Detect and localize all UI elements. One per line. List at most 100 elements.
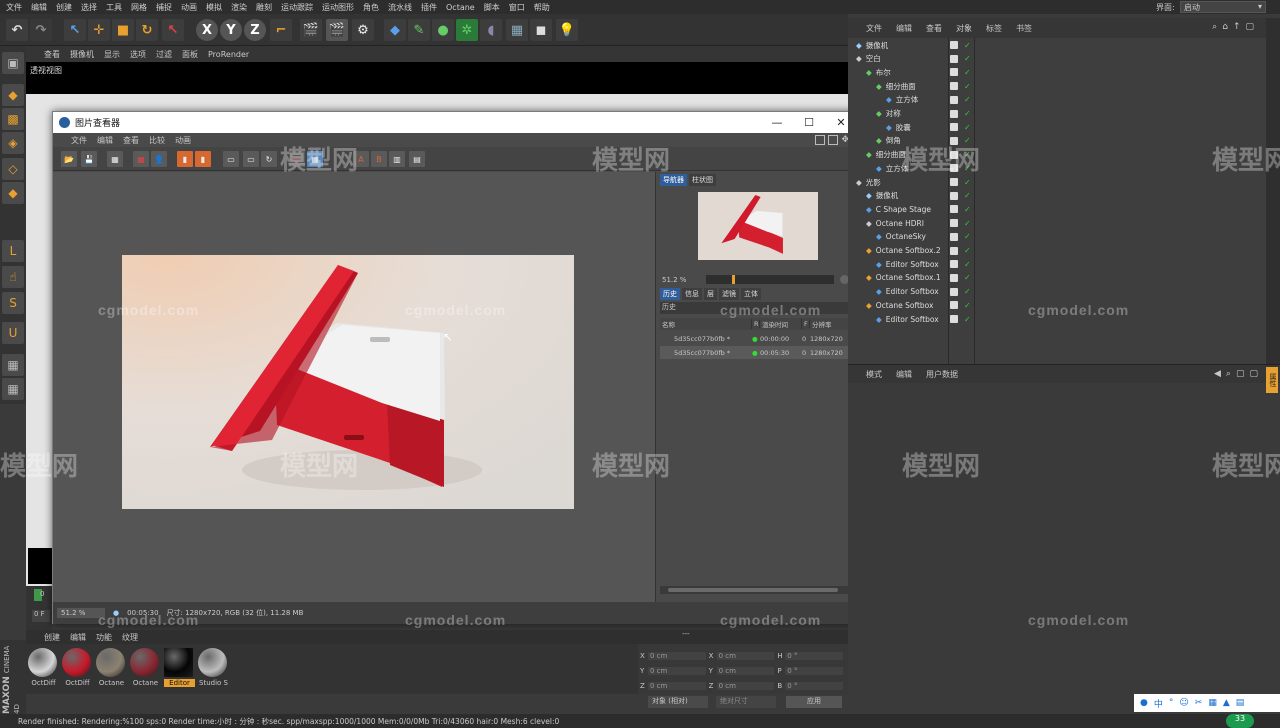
up-icon[interactable]: ↑ bbox=[1233, 22, 1241, 32]
visibility-toggle[interactable] bbox=[950, 273, 958, 282]
user-icon[interactable]: 👤 bbox=[151, 151, 167, 167]
ime-icon[interactable]: ● bbox=[1140, 698, 1148, 708]
subdivision-icon[interactable]: ● bbox=[432, 19, 454, 41]
attribute-menu-item[interactable]: 用户数据 bbox=[926, 369, 958, 380]
coord-value-field[interactable]: 0 cm bbox=[647, 666, 706, 675]
minimize-button[interactable]: — bbox=[761, 112, 793, 133]
history-scrollbar[interactable] bbox=[660, 586, 850, 594]
menu-item[interactable]: 网格 bbox=[131, 2, 147, 13]
viewport-menu-item[interactable]: ProRender bbox=[208, 50, 249, 59]
layout-icon[interactable] bbox=[815, 135, 826, 145]
clear-icon[interactable]: ▦ bbox=[133, 151, 149, 167]
visibility-toggle[interactable] bbox=[950, 178, 958, 186]
maximize-button[interactable]: ☐ bbox=[793, 112, 825, 133]
visibility-toggle[interactable] bbox=[950, 95, 958, 104]
render-settings-icon[interactable]: ⚙ bbox=[352, 19, 374, 41]
shirt-icon[interactable]: ▲ bbox=[1223, 698, 1230, 708]
visibility-toggle[interactable] bbox=[950, 260, 958, 269]
pv-menu-item[interactable]: 动画 bbox=[175, 135, 191, 146]
object-row[interactable]: ◆ 立方体 ✓ bbox=[848, 93, 1268, 107]
check-icon[interactable]: ✓ bbox=[964, 191, 971, 200]
material-menu-item[interactable]: 功能 bbox=[96, 632, 112, 643]
zoom-slider[interactable] bbox=[706, 275, 834, 284]
navigator-tab[interactable]: 柱状图 bbox=[689, 174, 716, 186]
point-mode-icon[interactable]: ◈ bbox=[2, 132, 24, 154]
coord-value-field[interactable]: 0 cm bbox=[647, 651, 706, 660]
menu-item[interactable]: 渲染 bbox=[231, 2, 247, 13]
check-icon[interactable]: ✓ bbox=[964, 301, 971, 310]
object-menu-item[interactable]: 对象 bbox=[956, 23, 972, 34]
visibility-toggle[interactable] bbox=[950, 219, 958, 228]
check-icon[interactable]: ✓ bbox=[964, 178, 971, 187]
render-view-icon[interactable]: 🎬 bbox=[300, 19, 322, 41]
pv-menu-item[interactable]: 编辑 bbox=[97, 135, 113, 146]
navigator-thumbnail[interactable] bbox=[698, 192, 818, 260]
history-column-header[interactable]: F bbox=[802, 320, 810, 328]
mic-icon[interactable]: ✂ bbox=[1195, 698, 1203, 708]
menu-item[interactable]: 文件 bbox=[6, 2, 22, 13]
check-icon[interactable]: ✓ bbox=[964, 260, 971, 269]
axis-icon[interactable]: L bbox=[2, 240, 24, 262]
menu-item[interactable]: 创建 bbox=[56, 2, 72, 13]
object-row[interactable]: ◆ Editor Softbox ✓ bbox=[848, 285, 1268, 299]
coord-value-field[interactable]: 0 ° bbox=[785, 651, 843, 660]
visibility-toggle[interactable] bbox=[950, 301, 958, 310]
object-row[interactable]: ◆ 对称 ✓ bbox=[848, 107, 1268, 121]
history-tab[interactable]: 立体 bbox=[741, 288, 761, 300]
menu-item[interactable]: 选择 bbox=[81, 2, 97, 13]
keyboard-icon[interactable]: ▦ bbox=[1208, 698, 1217, 708]
visibility-toggle[interactable] bbox=[950, 68, 958, 77]
interface-select[interactable]: 启动 ▾ bbox=[1180, 1, 1266, 13]
layout-icon[interactable] bbox=[828, 135, 839, 145]
ime-tray[interactable]: ● 中 ° ☺ ✂ ▦ ▲ ▤ bbox=[1134, 694, 1280, 712]
b-icon[interactable]: B bbox=[371, 151, 387, 167]
coordinate-system-icon[interactable]: ⌐ bbox=[270, 19, 292, 41]
coord-value-field[interactable]: 0 cm bbox=[716, 666, 775, 675]
menu-item[interactable]: 动画 bbox=[181, 2, 197, 13]
menu-item[interactable]: 运动跟踪 bbox=[281, 2, 313, 13]
attribute-side-tab[interactable]: 属性 bbox=[1266, 367, 1278, 393]
attribute-menu-item[interactable]: 模式 bbox=[866, 369, 882, 380]
check-icon[interactable]: ✓ bbox=[964, 95, 971, 104]
home-icon[interactable]: ⌂ bbox=[1222, 22, 1228, 32]
search-icon[interactable]: ⌕ bbox=[1212, 22, 1217, 32]
render-picture-viewer-icon[interactable]: 🎬 bbox=[326, 19, 348, 41]
grid-lock-icon[interactable]: ▦ bbox=[2, 354, 24, 376]
coord-value-field[interactable]: 0 cm bbox=[716, 651, 775, 660]
object-row[interactable]: ◆ Octane Softbox.1 ✓ bbox=[848, 271, 1268, 285]
frame-field[interactable]: 0 F bbox=[32, 610, 50, 622]
check-icon[interactable]: ✓ bbox=[964, 315, 971, 324]
viewport-menu-item[interactable]: 摄像机 bbox=[70, 49, 94, 60]
object-menu-item[interactable]: 标签 bbox=[986, 23, 1002, 34]
new-window-icon[interactable]: ▢ bbox=[1245, 22, 1254, 32]
x-axis-button[interactable]: X bbox=[196, 19, 218, 41]
search-icon[interactable]: ⌕ bbox=[1226, 369, 1231, 379]
check-icon[interactable]: ✓ bbox=[964, 273, 971, 282]
save-icon[interactable]: 💾 bbox=[81, 151, 97, 167]
history-tab[interactable]: 信息 bbox=[682, 288, 702, 300]
mode-icon[interactable]: ▣ bbox=[2, 52, 24, 74]
open-icon[interactable]: 📂 bbox=[61, 151, 77, 167]
apply-button[interactable]: 应用 bbox=[786, 696, 842, 708]
menu-item[interactable]: 工具 bbox=[106, 2, 122, 13]
tweak-icon[interactable]: ☝ bbox=[2, 266, 24, 288]
history-tab[interactable]: 滤镜 bbox=[719, 288, 739, 300]
refresh-icon[interactable]: ↻ bbox=[261, 151, 277, 167]
check-icon[interactable]: ✓ bbox=[964, 205, 971, 214]
viewport-menu-item[interactable]: 面板 bbox=[182, 49, 198, 60]
menu-item[interactable]: 雕刻 bbox=[256, 2, 272, 13]
redo-icon[interactable]: ↷ bbox=[30, 19, 52, 41]
object-row[interactable]: ◆ C Shape Stage ✓ bbox=[848, 202, 1268, 216]
viewport-menu-item[interactable]: 显示 bbox=[104, 49, 120, 60]
punct-icon[interactable]: ° bbox=[1169, 698, 1174, 708]
object-row[interactable]: ◆ 摄像机 ✓ bbox=[848, 38, 1268, 52]
object-row[interactable]: ◆ Octane Softbox.2 ✓ bbox=[848, 244, 1268, 258]
coord-value-field[interactable]: 0 cm bbox=[716, 681, 775, 690]
new-window-icon[interactable]: ▢ bbox=[1249, 369, 1258, 379]
visibility-toggle[interactable] bbox=[950, 54, 958, 63]
viewport-menu-item[interactable]: 查看 bbox=[44, 49, 60, 60]
menu-item[interactable]: 角色 bbox=[363, 2, 379, 13]
check-icon[interactable]: ✓ bbox=[964, 246, 971, 255]
lock-icon[interactable]: ▢ bbox=[1236, 369, 1245, 379]
visibility-toggle[interactable] bbox=[950, 191, 958, 200]
